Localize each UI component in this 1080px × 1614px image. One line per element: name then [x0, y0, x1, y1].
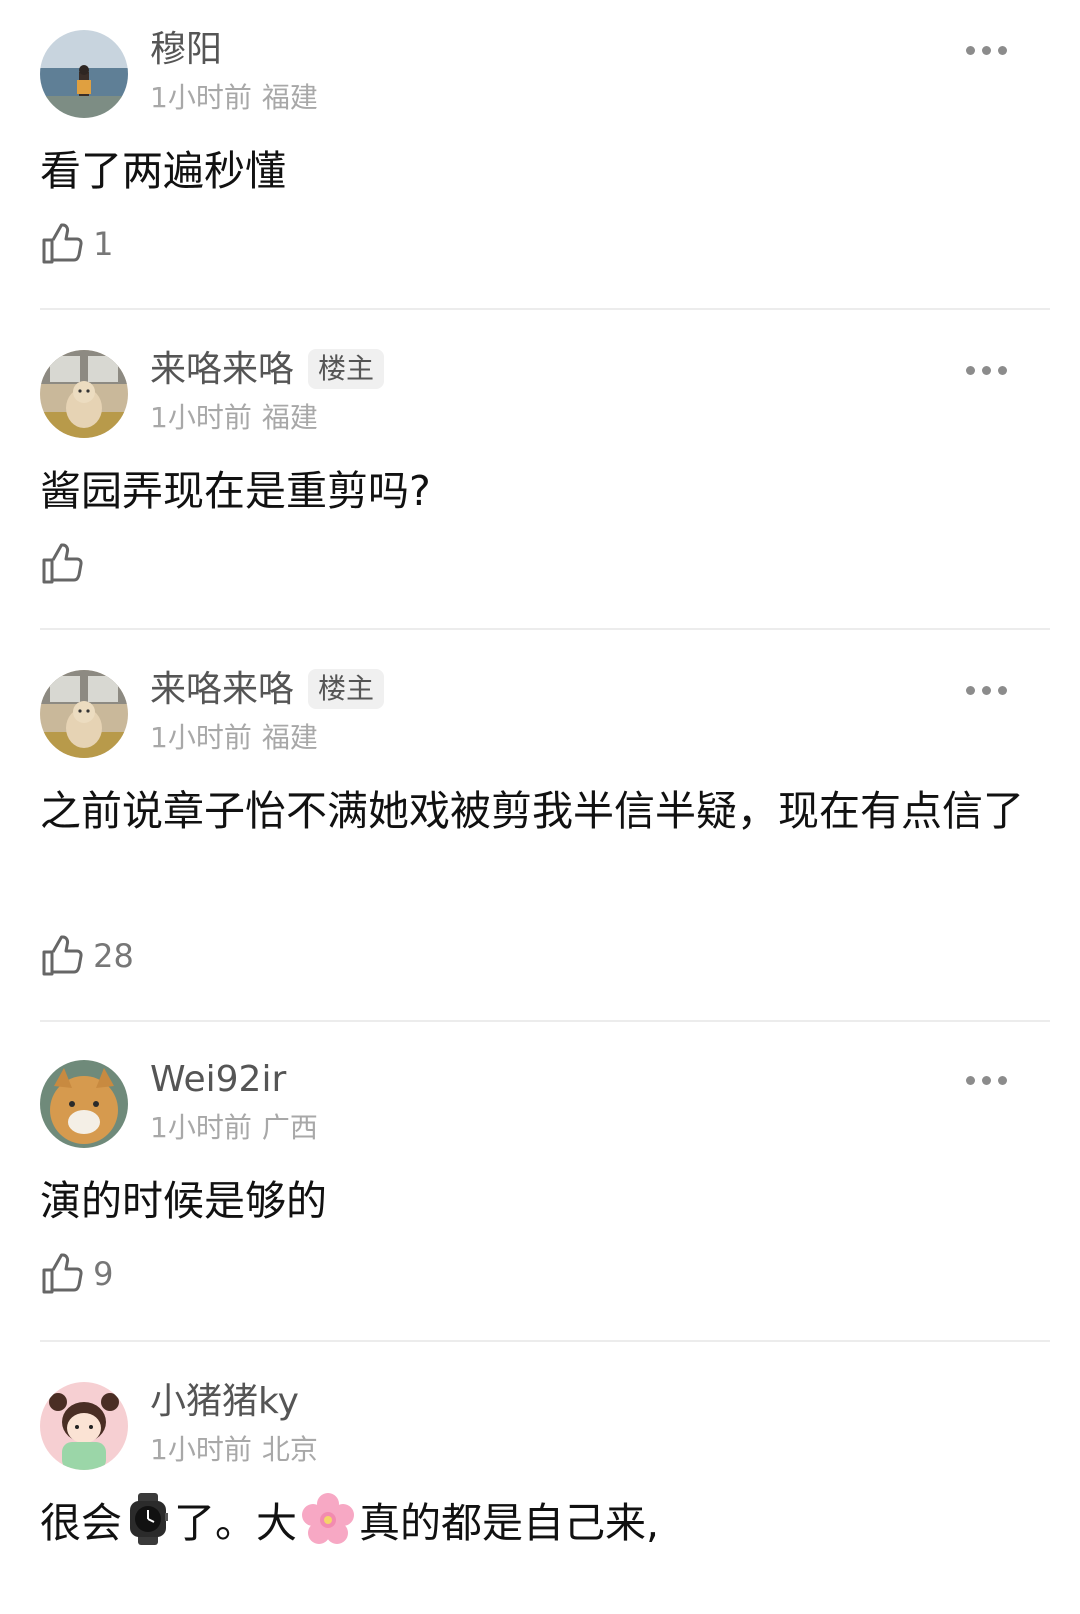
cherry-blossom-emoji — [301, 1493, 355, 1547]
username-text[interactable]: 小猪猪ky — [150, 1381, 299, 1422]
username-text[interactable]: 来咯来咯 — [150, 349, 294, 390]
comment-time: 1小时前 — [150, 401, 252, 434]
divider — [40, 1020, 1050, 1022]
comment-location: 广西 — [261, 1111, 318, 1144]
comment-text-part: 了。大 — [174, 1499, 297, 1547]
comment-meta: 1小时前 北京 — [150, 1432, 318, 1468]
username-text[interactable]: 来咯来咯 — [150, 669, 294, 710]
thumbs-up-icon — [42, 223, 83, 264]
avatar[interactable] — [40, 1060, 128, 1148]
comment-item: 来咯来咯 楼主 1小时前 福建 酱园弄现在是重剪吗? — [0, 320, 1080, 630]
comment-text: 很会 了。大 真的都是自己来, — [40, 1488, 1030, 1558]
watch-emoji — [126, 1493, 170, 1545]
more-dots-icon[interactable] — [960, 678, 1016, 702]
comment-meta: 1小时前 福建 — [150, 720, 318, 756]
like-count: 1 — [93, 225, 114, 263]
thumbs-up-icon — [42, 935, 83, 976]
like-button[interactable]: 9 — [40, 1252, 113, 1300]
comment-time: 1小时前 — [150, 1433, 252, 1466]
comment-text: 演的时候是够的 — [40, 1177, 327, 1225]
comment-text: 看了两遍秒懂 — [40, 147, 286, 195]
like-count: 28 — [93, 937, 134, 975]
username[interactable]: 穆阳 — [150, 28, 222, 72]
comment-text: 酱园弄现在是重剪吗? — [40, 467, 431, 515]
like-button[interactable]: 28 — [40, 934, 134, 982]
comment-text: 之前说章子怡不满她戏被剪我半信半疑，现在有点信了 — [40, 787, 1024, 835]
username[interactable]: 来咯来咯 楼主 — [150, 348, 385, 392]
comment-meta: 1小时前 福建 — [150, 400, 318, 436]
comment-time: 1小时前 — [150, 81, 252, 114]
comment-time: 1小时前 — [150, 1111, 252, 1144]
avatar[interactable] — [40, 670, 128, 758]
thumbs-up-icon — [42, 1253, 83, 1294]
username[interactable]: 小猪猪ky — [150, 1380, 299, 1424]
avatar[interactable] — [40, 350, 128, 438]
more-dots-icon[interactable] — [960, 1068, 1016, 1092]
comment-text-part: 真的都是自己来, — [359, 1499, 660, 1547]
comment-meta: 1小时前 广西 — [150, 1110, 318, 1146]
divider — [40, 308, 1050, 310]
comment-meta: 1小时前 福建 — [150, 80, 318, 116]
comment-location: 福建 — [261, 401, 318, 434]
comment-location: 北京 — [261, 1433, 318, 1466]
username[interactable]: Wei92ir — [150, 1058, 286, 1102]
comment-location: 福建 — [261, 81, 318, 114]
comment-item: 穆阳 1小时前 福建 看了两遍秒懂 1 — [0, 0, 1080, 310]
comment-item: 小猪猪ky 1小时前 北京 很会 了。大 真的都是自己来, — [0, 1352, 1080, 1614]
comment-item: 来咯来咯 楼主 1小时前 福建 之前说章子怡不满她戏被剪我半信半疑，现在有点信了 2… — [0, 640, 1080, 1022]
divider — [40, 1340, 1050, 1342]
like-button[interactable]: 1 — [40, 222, 113, 270]
comment-text-part: 很会 — [40, 1499, 122, 1547]
username-text[interactable]: 穆阳 — [150, 29, 222, 70]
op-badge: 楼主 — [308, 349, 385, 389]
avatar[interactable] — [40, 30, 128, 118]
comment-feed: 穆阳 1小时前 福建 看了两遍秒懂 1 来咯来咯 楼主 1小时前 福建 酱园弄现… — [0, 0, 1080, 1614]
like-button[interactable] — [40, 542, 93, 590]
avatar[interactable] — [40, 1382, 128, 1470]
comment-time: 1小时前 — [150, 721, 252, 754]
like-count: 9 — [93, 1255, 114, 1293]
comment-location: 福建 — [261, 721, 318, 754]
more-dots-icon[interactable] — [960, 1390, 1016, 1414]
more-dots-icon[interactable] — [960, 38, 1016, 62]
username-text[interactable]: Wei92ir — [150, 1059, 286, 1100]
op-badge: 楼主 — [308, 669, 385, 709]
more-dots-icon[interactable] — [960, 358, 1016, 382]
divider — [40, 628, 1050, 630]
thumbs-up-icon — [42, 543, 83, 584]
username[interactable]: 来咯来咯 楼主 — [150, 668, 385, 712]
comment-item: Wei92ir 1小时前 广西 演的时候是够的 9 — [0, 1030, 1080, 1342]
